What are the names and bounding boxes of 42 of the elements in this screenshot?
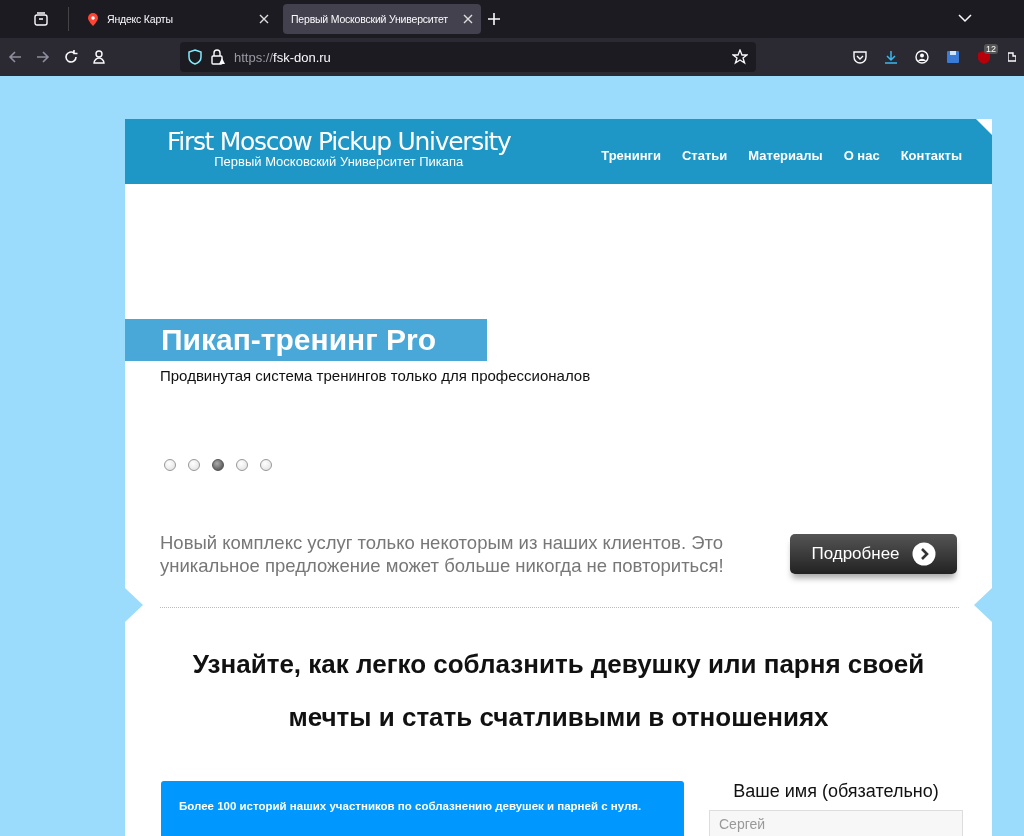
slider-dot[interactable] <box>212 459 224 471</box>
browser-tab[interactable]: Яндекс Карты <box>79 4 277 34</box>
nav-link[interactable]: О нас <box>843 148 880 163</box>
slide-subtitle: Продвинутая система тренингов только для профессионалов <box>160 367 591 384</box>
slide-title: Пикап-тренинг Pro <box>125 319 487 361</box>
more-button[interactable]: Подробнее <box>790 534 957 574</box>
headline: Узнайте, как легко соблазнить девушку или парня своей мечты и стать счатливыми в отношениях <box>191 648 926 734</box>
close-icon[interactable] <box>259 14 269 24</box>
pocket-icon[interactable] <box>853 50 867 64</box>
address-bar[interactable]: https://fsk-don.ru <box>180 42 756 72</box>
browser-tab[interactable]: Первый Московский Университет <box>283 4 481 34</box>
field-label: Ваше имя (обязательно) <box>733 781 939 802</box>
tab-list-icon[interactable] <box>34 12 48 26</box>
back-arrow-icon[interactable] <box>8 50 22 64</box>
close-icon[interactable] <box>463 14 473 24</box>
forward-arrow-icon[interactable] <box>36 50 50 64</box>
stories-banner: Более 100 историй наших участников по соблазнению девушек и парней с нуля. <box>161 781 684 836</box>
nav-link[interactable]: Контакты <box>900 148 962 163</box>
url-text: https://fsk-don.ru <box>234 49 332 65</box>
nav-link[interactable]: Тренинги <box>601 148 661 163</box>
star-icon[interactable] <box>732 49 748 65</box>
lock-warning-icon <box>211 49 225 65</box>
map-pin-icon <box>87 12 99 26</box>
slider-dot[interactable] <box>260 459 272 471</box>
chevron-right-circle-icon <box>911 542 936 566</box>
name-field[interactable]: Сергей <box>709 810 963 836</box>
nav-link[interactable]: Материалы <box>748 148 823 163</box>
account-icon[interactable] <box>915 50 929 64</box>
download-icon[interactable] <box>884 50 898 64</box>
slider-dot[interactable] <box>164 459 176 471</box>
plus-icon[interactable] <box>487 12 501 26</box>
nav-link[interactable]: Статьи <box>681 148 728 163</box>
site-logo-subtitle: Первый Московский Университет Пикапа <box>214 155 464 169</box>
site-logo-title[interactable]: First Moscow Pickup University <box>167 128 511 155</box>
promo-text: Новый комплекс услуг только некоторым из наших клиентов. Это уникальное предложение может больше никогда не повториться! <box>160 531 725 577</box>
notification-badge: 12 <box>984 44 998 54</box>
shield-icon <box>188 49 202 65</box>
shield-extension-icon[interactable] <box>977 50 991 64</box>
chevron-down-icon[interactable] <box>958 13 972 23</box>
reload-icon[interactable] <box>64 50 78 64</box>
slider-dot[interactable] <box>188 459 200 471</box>
slider-dot[interactable] <box>236 459 248 471</box>
